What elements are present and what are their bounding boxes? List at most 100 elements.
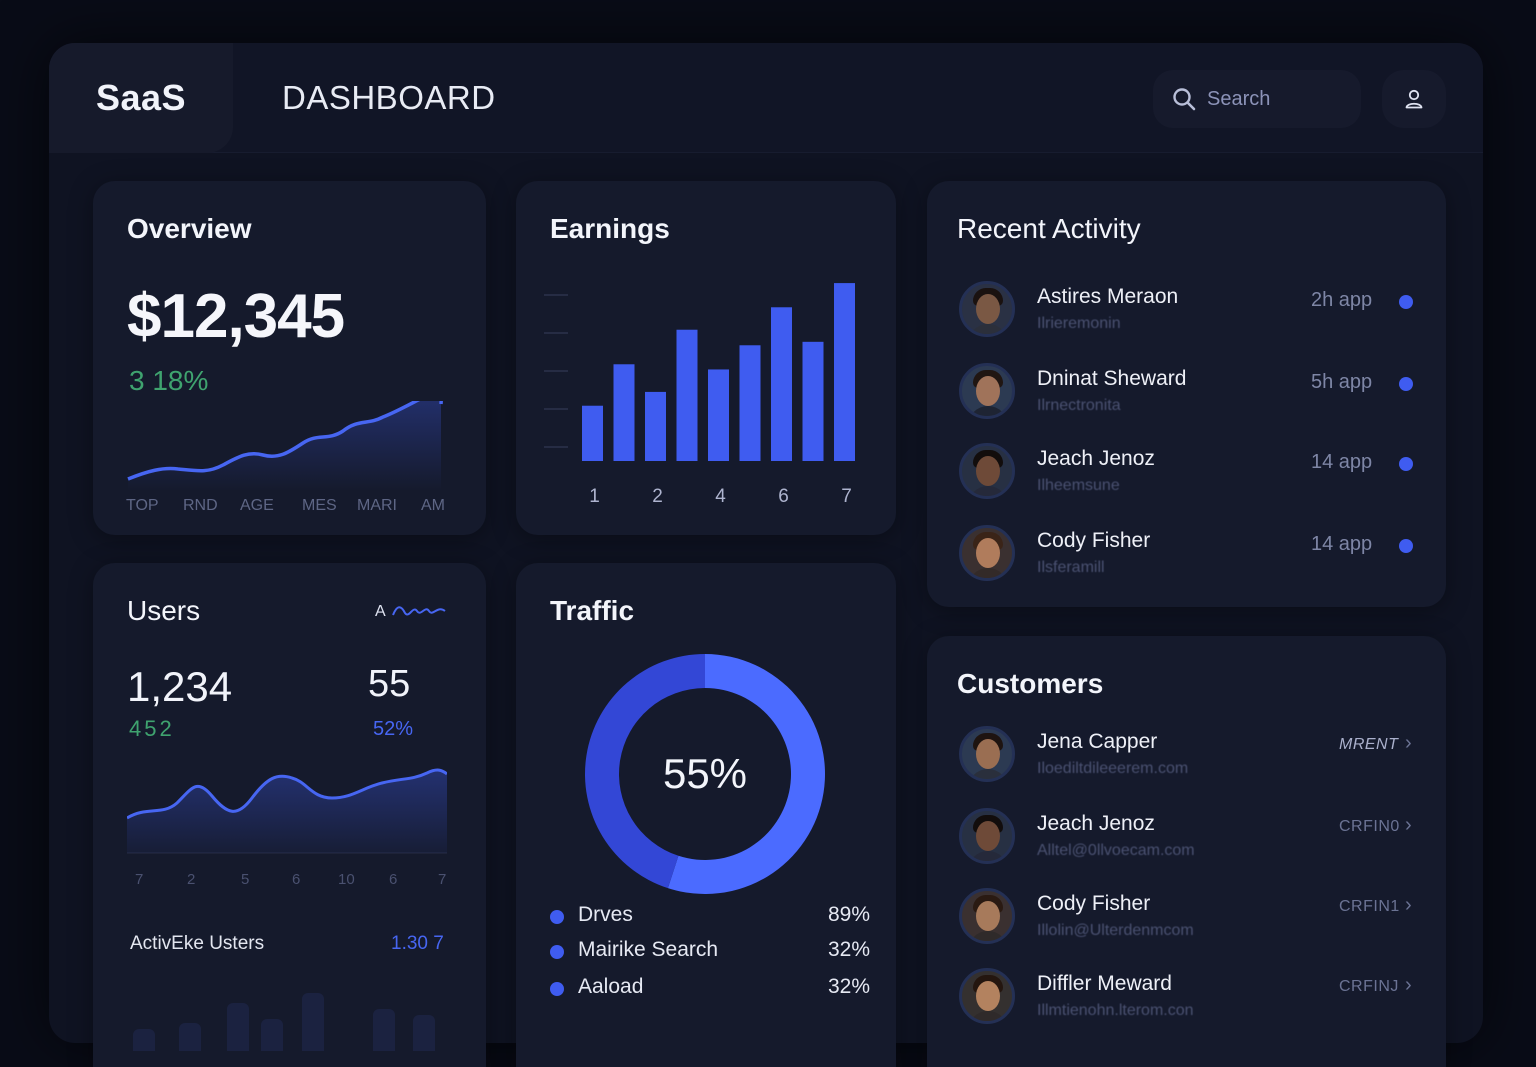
dashboard-frame: SaaS DASHBOARD Search Overview $12,345 3…	[49, 43, 1483, 1067]
overview-axis-label: TOP	[126, 497, 159, 514]
overview-axis-label: AGE	[240, 497, 274, 514]
activity-name: Jeach Jenoz	[1037, 447, 1155, 470]
active-users-bars	[133, 993, 435, 1051]
avatar	[959, 443, 1015, 499]
activity-item[interactable]: Cody Fisher Ilsferamill 14 app	[959, 525, 1419, 585]
customers-title: Customers	[957, 668, 1104, 699]
active-users-label: ActivEke Usters	[130, 933, 265, 954]
overview-axis-label: AM	[421, 497, 445, 514]
chevron-right-icon[interactable]: ›	[1405, 894, 1412, 917]
customer-name: Cody Fisher	[1037, 892, 1151, 915]
traffic-percentage: 55%	[662, 750, 748, 797]
customers-card: Customers Jena Capper Iloediltdileeerem.…	[927, 636, 1446, 1067]
customer-email: Alltel@0llvoecam.com	[1037, 842, 1195, 859]
chevron-right-icon[interactable]: ›	[1405, 732, 1412, 755]
earnings-bar[interactable]	[708, 369, 729, 461]
activity-detail: Ilrnectronita	[1037, 397, 1121, 414]
customer-status: CRFINJ	[1339, 978, 1399, 995]
search-icon	[1173, 88, 1196, 111]
activity-detail: Ilrieremonin	[1037, 315, 1121, 332]
unread-dot	[1399, 295, 1413, 309]
activity-time: 14 app	[1311, 451, 1373, 473]
activity-name: Astires Meraon	[1037, 285, 1179, 308]
users-tick-label: 10	[338, 871, 355, 888]
traffic-card: Traffic 55% Drves 89% Mairike Search 32%…	[516, 563, 896, 1067]
earnings-bar[interactable]	[645, 391, 666, 461]
avatar	[959, 968, 1015, 1024]
earnings-bar[interactable]	[834, 283, 855, 461]
users-title: Users	[127, 595, 201, 626]
earnings-tick-label: 4	[715, 486, 726, 507]
customer-row[interactable]: Jena Capper Iloediltdileeerem.com MRENT …	[959, 726, 1419, 786]
activity-detail: Ilsferamill	[1037, 559, 1105, 576]
legend-value: 89%	[827, 903, 870, 926]
earnings-bar[interactable]	[676, 329, 698, 461]
customer-row[interactable]: Cody Fisher Illolin@Ulterdenmcom CRFIN1 …	[959, 888, 1419, 948]
activity-item[interactable]: Jeach Jenoz Ilheemsune 14 app	[959, 443, 1419, 503]
users-side-value: 55	[368, 663, 411, 705]
overview-title: Overview	[127, 213, 252, 244]
earnings-tick-label: 2	[652, 486, 663, 507]
activity-detail: Ilheemsune	[1037, 477, 1120, 494]
legend-name: Aaload	[578, 975, 644, 998]
overview-axis-label: MES	[302, 497, 337, 514]
traffic-legend-item: Aaload 32%	[550, 973, 870, 1003]
activity-item[interactable]: Dninat Sheward Ilrnectronita 5h app	[959, 363, 1419, 423]
activity-item[interactable]: Astires Meraon Ilrieremonin 2h app	[959, 281, 1419, 341]
customer-email: Illmtienohn.lterom.con	[1037, 1002, 1194, 1019]
earnings-card: Earnings 1 2 4 6 7	[516, 181, 896, 535]
active-users-value: 1.30 7	[391, 933, 444, 954]
legend-dot	[550, 910, 564, 924]
customer-email: Illolin@Ulterdenmcom	[1037, 922, 1194, 939]
unread-dot	[1399, 377, 1413, 391]
users-tick-label: 7	[135, 871, 144, 888]
earnings-bar[interactable]	[613, 364, 635, 461]
earnings-tick-label: 1	[589, 486, 600, 507]
earnings-bar[interactable]	[582, 405, 603, 461]
users-badge: A	[375, 603, 386, 620]
avatar	[959, 726, 1015, 782]
customer-status: CRFIN0	[1339, 818, 1400, 835]
avatar	[959, 363, 1015, 419]
customer-name: Jena Capper	[1037, 730, 1158, 753]
brand-logo[interactable]: SaaS	[49, 43, 233, 153]
avatar	[959, 281, 1015, 337]
chevron-right-icon[interactable]: ›	[1405, 814, 1412, 837]
activity-time: 14 app	[1311, 533, 1373, 555]
avatar	[959, 808, 1015, 864]
overview-trend-line	[127, 401, 443, 491]
legend-name: Drves	[578, 903, 633, 926]
users-total: 1,234	[127, 663, 233, 710]
user-button[interactable]	[1382, 70, 1446, 128]
customer-name: Jeach Jenoz	[1037, 812, 1155, 835]
overview-growth: 3 18%	[129, 365, 209, 396]
legend-dot	[550, 945, 564, 959]
traffic-legend-item: Drves 89%	[550, 901, 870, 931]
earnings-bar[interactable]	[771, 307, 792, 461]
customer-row[interactable]: Diffler Meward Illmtienohn.lterom.con CR…	[959, 968, 1419, 1028]
chevron-right-icon[interactable]: ›	[1405, 974, 1412, 997]
search-box[interactable]: Search	[1153, 70, 1361, 128]
users-tick-label: 7	[438, 871, 447, 888]
top-bar: SaaS DASHBOARD Search	[49, 43, 1483, 153]
overview-value: $12,345	[127, 282, 345, 351]
customer-row[interactable]: Jeach Jenoz Alltel@0llvoecam.com CRFIN0 …	[959, 808, 1419, 868]
legend-value: 32%	[827, 975, 870, 998]
activity-name: Cody Fisher	[1037, 529, 1151, 552]
recent-activity-title: Recent Activity	[957, 213, 1141, 244]
users-total-sub: 452	[129, 716, 175, 741]
customer-status: CRFIN1	[1339, 898, 1400, 915]
earnings-bar[interactable]	[802, 341, 824, 461]
earnings-tick-label: 6	[778, 486, 789, 507]
unread-dot	[1399, 539, 1413, 553]
earnings-title: Earnings	[550, 213, 670, 244]
overview-card: Overview $12,345 3 18% TOP RND AGE MES M…	[93, 181, 486, 535]
legend-dot	[550, 982, 564, 996]
avatar	[959, 888, 1015, 944]
earnings-bar-chart: 1 2 4 6 7	[544, 283, 855, 507]
overview-axis-label: RND	[183, 497, 218, 514]
earnings-bar[interactable]	[739, 345, 761, 461]
avatar	[959, 525, 1015, 581]
search-input[interactable]: Search	[1207, 88, 1270, 111]
users-tick-label: 5	[241, 871, 250, 888]
